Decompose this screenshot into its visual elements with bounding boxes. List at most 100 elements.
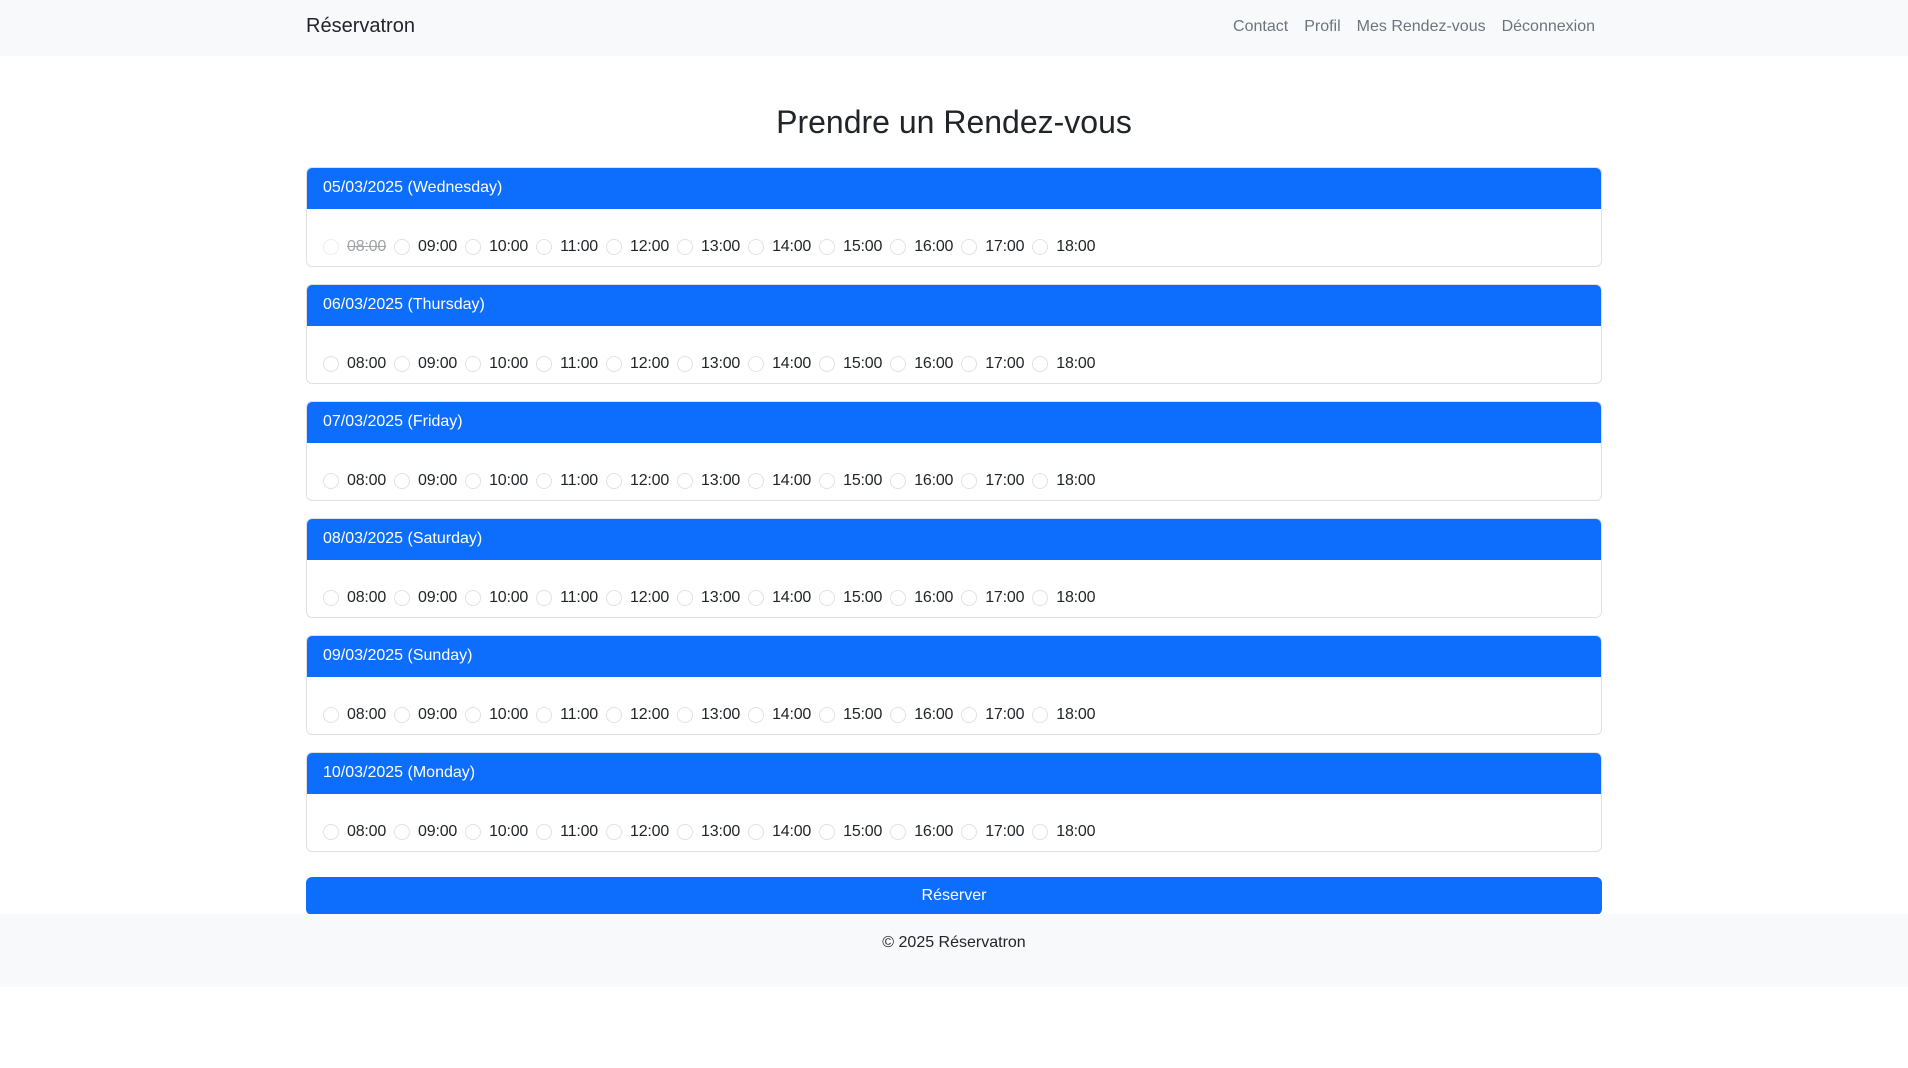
time-slot-radio[interactable] [465,472,482,489]
time-slot[interactable]: 17:00 [961,472,1024,490]
time-slot[interactable]: 13:00 [677,823,740,841]
time-slot[interactable]: 11:00 [536,706,598,724]
time-slot[interactable]: 18:00 [1032,355,1096,373]
time-slot[interactable]: 09:00 [394,238,457,256]
time-slot-radio[interactable] [465,706,482,723]
time-slot[interactable]: 10:00 [465,472,528,490]
time-slot-radio[interactable] [1032,823,1049,840]
time-slot[interactable]: 18:00 [1032,472,1096,490]
time-slot[interactable]: 12:00 [606,706,669,724]
time-slot-radio[interactable] [394,472,411,489]
time-slot-radio[interactable] [961,472,978,489]
time-slot-radio[interactable] [1032,238,1049,255]
time-slot-radio[interactable] [606,238,622,255]
time-slot-radio[interactable] [819,823,836,840]
time-slot-radio[interactable] [819,238,836,255]
time-slot[interactable]: 08:00 [323,706,386,724]
time-slot-radio[interactable] [677,355,694,372]
time-slot-radio[interactable] [323,823,339,840]
nav-link-profil[interactable]: Profil [1304,18,1340,36]
time-slot[interactable]: 15:00 [819,823,882,841]
time-slot-radio[interactable] [819,355,836,372]
time-slot[interactable]: 13:00 [677,238,740,256]
time-slot-radio[interactable] [536,589,553,606]
brand-link[interactable]: Réservatron [306,15,415,38]
time-slot[interactable]: 18:00 [1032,238,1096,256]
time-slot-radio[interactable] [961,355,978,372]
time-slot-radio[interactable] [677,472,694,489]
time-slot[interactable]: 10:00 [465,355,528,373]
time-slot-radio[interactable] [536,706,553,723]
time-slot-radio[interactable] [890,355,907,372]
time-slot[interactable]: 10:00 [465,706,528,724]
time-slot[interactable]: 16:00 [890,823,953,841]
time-slot[interactable]: 13:00 [677,589,740,607]
time-slot[interactable]: 11:00 [536,589,598,607]
time-slot[interactable]: 14:00 [748,589,811,607]
time-slot[interactable]: 08:00 [323,589,386,607]
reserve-button[interactable]: Réserver [306,877,1602,915]
time-slot-radio[interactable] [961,589,978,606]
time-slot-radio[interactable] [606,355,622,372]
time-slot-radio[interactable] [677,238,694,255]
time-slot[interactable]: 08:00 [323,472,386,490]
time-slot-radio[interactable] [606,589,622,606]
time-slot[interactable]: 10:00 [465,823,528,841]
time-slot[interactable]: 12:00 [606,355,669,373]
time-slot-radio[interactable] [748,823,765,840]
time-slot[interactable]: 15:00 [819,706,882,724]
time-slot[interactable]: 12:00 [606,472,669,490]
time-slot[interactable]: 11:00 [536,355,598,373]
time-slot[interactable]: 16:00 [890,472,953,490]
time-slot-radio[interactable] [394,706,411,723]
time-slot[interactable]: 11:00 [536,823,598,841]
time-slot-radio[interactable] [890,238,907,255]
time-slot[interactable]: 12:00 [606,238,669,256]
time-slot-radio[interactable] [1032,589,1049,606]
time-slot-radio[interactable] [536,238,553,255]
time-slot[interactable]: 16:00 [890,238,953,256]
time-slot[interactable]: 15:00 [819,238,882,256]
time-slot-radio[interactable] [465,238,482,255]
time-slot[interactable]: 16:00 [890,706,953,724]
time-slot[interactable]: 15:00 [819,355,882,373]
nav-link-contact[interactable]: Contact [1233,18,1288,36]
time-slot[interactable]: 15:00 [819,472,882,490]
time-slot-radio[interactable] [536,823,553,840]
time-slot-radio[interactable] [1032,706,1049,723]
time-slot-radio[interactable] [394,355,411,372]
time-slot-radio[interactable] [394,238,411,255]
time-slot[interactable]: 10:00 [465,589,528,607]
time-slot-radio[interactable] [536,472,553,489]
time-slot-radio[interactable] [394,823,411,840]
time-slot[interactable]: 09:00 [394,355,457,373]
time-slot[interactable]: 14:00 [748,238,811,256]
time-slot-radio[interactable] [1032,472,1049,489]
time-slot-radio[interactable] [323,472,339,489]
time-slot[interactable]: 14:00 [748,355,811,373]
time-slot-radio[interactable] [961,823,978,840]
time-slot-radio[interactable] [890,472,907,489]
time-slot[interactable]: 09:00 [394,823,457,841]
time-slot[interactable]: 08:00 [323,823,386,841]
time-slot-radio[interactable] [606,472,622,489]
time-slot[interactable]: 11:00 [536,238,598,256]
time-slot-radio[interactable] [606,706,622,723]
time-slot-radio[interactable] [1032,355,1049,372]
time-slot[interactable]: 11:00 [536,472,598,490]
time-slot[interactable]: 12:00 [606,589,669,607]
time-slot-radio[interactable] [890,823,907,840]
nav-link-deconnexion[interactable]: Déconnexion [1502,18,1595,36]
time-slot[interactable]: 14:00 [748,472,811,490]
time-slot-radio[interactable] [748,706,765,723]
time-slot[interactable]: 16:00 [890,589,953,607]
time-slot[interactable]: 10:00 [465,238,528,256]
time-slot-radio[interactable] [677,823,694,840]
time-slot[interactable]: 13:00 [677,472,740,490]
time-slot-radio[interactable] [819,706,836,723]
time-slot-radio[interactable] [465,355,482,372]
time-slot[interactable]: 14:00 [748,706,811,724]
time-slot-radio[interactable] [748,589,765,606]
time-slot-radio[interactable] [819,589,836,606]
time-slot[interactable]: 17:00 [961,238,1024,256]
